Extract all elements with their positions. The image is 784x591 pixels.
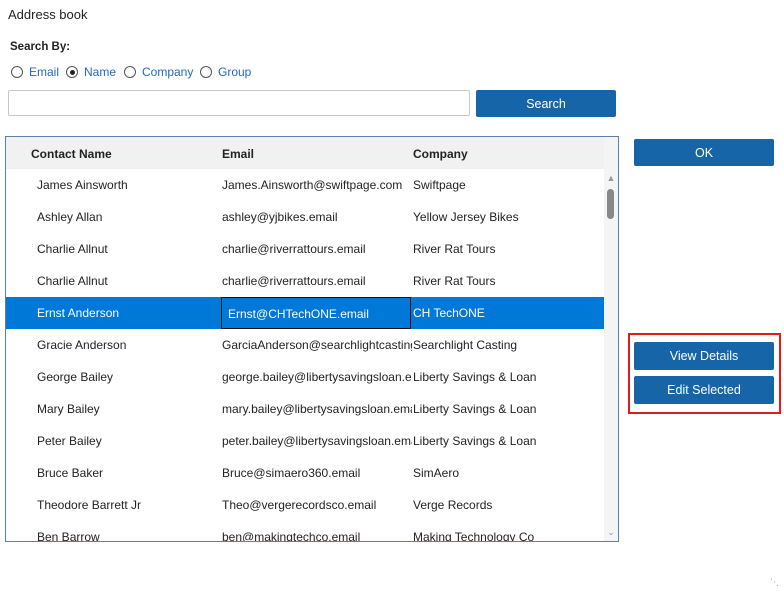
contacts-table[interactable]: Contact Name Email Company James Ainswor… bbox=[5, 136, 619, 542]
scroll-up-icon[interactable]: ▲ bbox=[604, 173, 618, 183]
name-cell: Gracie Anderson bbox=[37, 338, 127, 352]
email-cell: mary.bailey@libertysavingsloan.email bbox=[222, 402, 412, 416]
radio-email[interactable]: Email bbox=[11, 65, 59, 79]
table-row[interactable]: Charlie Allnut charlie@riverrattours.emai… bbox=[6, 233, 604, 265]
radio-name[interactable]: Name bbox=[66, 65, 116, 79]
email-cell: GarciaAnderson@searchlightcasting.email bbox=[222, 338, 412, 352]
email-cell: Ernst@CHTechONE.email bbox=[221, 297, 411, 329]
radio-circle-icon bbox=[200, 66, 212, 78]
company-cell: Yellow Jersey Bikes bbox=[413, 210, 519, 224]
table-row[interactable]: Bruce Baker Bruce@simaero360.email SimAero bbox=[6, 457, 604, 489]
company-cell: Liberty Savings & Loan bbox=[413, 434, 537, 448]
radio-checked-icon bbox=[66, 66, 78, 78]
search-input[interactable] bbox=[8, 90, 470, 116]
search-by-label: Search By: bbox=[10, 41, 71, 53]
name-cell: Ernst Anderson bbox=[37, 306, 120, 320]
header-email[interactable]: Email bbox=[222, 147, 254, 161]
table-row[interactable]: Gracie Anderson GarciaAnderson@searchligh… bbox=[6, 329, 604, 361]
radio-circle-icon bbox=[11, 66, 23, 78]
email-cell: peter.bailey@libertysavingsloan.email bbox=[222, 434, 412, 448]
company-cell: Searchlight Casting bbox=[413, 338, 518, 352]
header-company[interactable]: Company bbox=[413, 147, 468, 161]
radio-company[interactable]: Company bbox=[124, 65, 193, 79]
company-cell: CH TechONE bbox=[413, 306, 485, 320]
name-cell: Ashley Allan bbox=[37, 210, 103, 224]
company-cell: River Rat Tours bbox=[413, 274, 496, 288]
email-cell: ashley@yjbikes.email bbox=[222, 210, 338, 224]
table-row[interactable]: Ernst Anderson Ernst@CHTechONE.email CH Te… bbox=[6, 297, 604, 329]
company-cell: Making Technology Co bbox=[413, 530, 535, 542]
company-cell: River Rat Tours bbox=[413, 242, 496, 256]
table-row[interactable]: Ben Barrow ben@makingtechco.email Making T… bbox=[6, 521, 604, 542]
company-cell: SimAero bbox=[413, 466, 460, 480]
table-row[interactable]: Peter Bailey peter.bailey@libertysavingsl… bbox=[6, 425, 604, 457]
table-row[interactable]: Ashley Allan ashley@yjbikes.email Yellow J… bbox=[6, 201, 604, 233]
name-cell: George Bailey bbox=[37, 370, 114, 384]
name-cell: Charlie Allnut bbox=[37, 274, 108, 288]
email-cell: charlie@riverrattours.email bbox=[222, 242, 366, 256]
search-button[interactable]: Search bbox=[476, 90, 616, 117]
company-cell: Verge Records bbox=[413, 498, 493, 512]
email-cell: James.Ainsworth@swiftpage.com bbox=[222, 178, 403, 192]
highlight-box bbox=[628, 333, 781, 414]
radio-group[interactable]: Group bbox=[200, 65, 251, 79]
name-cell: Bruce Baker bbox=[37, 466, 104, 480]
table-header: Contact Name Email Company bbox=[6, 137, 604, 169]
table-row[interactable]: Charlie Allnut charlie@riverrattours.emai… bbox=[6, 265, 604, 297]
company-cell: Liberty Savings & Loan bbox=[413, 370, 537, 384]
email-cell: ben@makingtechco.email bbox=[222, 530, 361, 542]
header-contact-name[interactable]: Contact Name bbox=[31, 147, 112, 161]
radio-label: Company bbox=[142, 65, 194, 79]
name-cell: Theodore Barrett Jr bbox=[37, 498, 142, 512]
table-row[interactable]: James Ainsworth James.Ainsworth@swiftpage… bbox=[6, 169, 604, 201]
email-cell: charlie@riverrattours.email bbox=[222, 274, 366, 288]
radio-label: Name bbox=[84, 65, 117, 79]
radio-circle-icon bbox=[124, 66, 136, 78]
scroll-down-icon[interactable]: ⌄ bbox=[604, 527, 618, 538]
ok-button[interactable]: OK bbox=[634, 139, 774, 166]
name-cell: James Ainsworth bbox=[37, 178, 128, 192]
table-row[interactable]: Theodore Barrett Jr Theo@vergerecordsco.e… bbox=[6, 489, 604, 521]
name-cell: Mary Bailey bbox=[37, 402, 100, 416]
company-cell: Liberty Savings & Loan bbox=[413, 402, 537, 416]
window-title: Address book bbox=[8, 7, 88, 22]
email-cell: Bruce@simaero360.email bbox=[222, 466, 361, 480]
name-cell: Ben Barrow bbox=[37, 530, 100, 542]
email-cell: george.bailey@libertysavingsloan.email bbox=[222, 370, 412, 384]
email-cell: Theo@vergerecordsco.email bbox=[222, 498, 377, 512]
company-cell: Swiftpage bbox=[413, 178, 466, 192]
scrollbar-thumb[interactable] bbox=[607, 189, 614, 219]
radio-label: Group bbox=[218, 65, 252, 79]
resize-grip-icon[interactable]: ⋱ bbox=[770, 577, 779, 588]
radio-label: Email bbox=[29, 65, 60, 79]
name-cell: Charlie Allnut bbox=[37, 242, 108, 256]
table-row[interactable]: George Bailey george.bailey@libertysaving… bbox=[6, 361, 604, 393]
table-row[interactable]: Mary Bailey mary.bailey@libertysavingsloa… bbox=[6, 393, 604, 425]
name-cell: Peter Bailey bbox=[37, 434, 102, 448]
